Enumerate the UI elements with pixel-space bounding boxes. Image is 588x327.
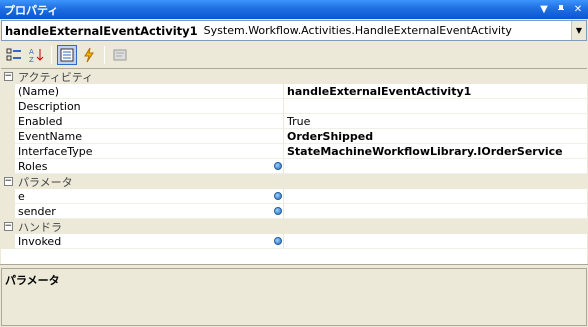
property-name: EventName bbox=[15, 128, 284, 144]
selected-object-name: handleExternalEventActivity1 bbox=[5, 23, 198, 38]
property-row-eventname[interactable]: EventName OrderShipped bbox=[1, 128, 587, 144]
svg-text:A: A bbox=[29, 48, 34, 56]
bind-property-icon[interactable] bbox=[274, 191, 282, 200]
property-value[interactable] bbox=[284, 204, 587, 219]
bind-property-icon[interactable] bbox=[274, 161, 282, 170]
property-row-enabled[interactable]: Enabled True bbox=[1, 113, 587, 129]
property-value[interactable]: True bbox=[284, 114, 587, 129]
property-grid: − アクティビティ (Name) handleExternalEventActi… bbox=[1, 68, 587, 264]
category-label: パラメータ bbox=[18, 175, 73, 189]
property-name: InterfaceType bbox=[15, 143, 284, 159]
category-label: ハンドラ bbox=[18, 220, 62, 234]
panel-title-bar: プロパティ ▼ ✕ bbox=[0, 0, 588, 19]
property-name-text: sender bbox=[18, 204, 56, 218]
pin-icon[interactable] bbox=[553, 1, 569, 17]
property-value[interactable] bbox=[284, 159, 587, 174]
property-value[interactable]: handleExternalEventActivity1 bbox=[284, 84, 587, 99]
category-activity[interactable]: − アクティビティ bbox=[1, 69, 587, 84]
collapse-icon[interactable]: − bbox=[1, 222, 15, 231]
collapse-icon[interactable]: − bbox=[1, 177, 15, 186]
property-name: (Name) bbox=[15, 83, 284, 99]
object-selector[interactable]: handleExternalEventActivity1 System.Work… bbox=[1, 20, 587, 41]
property-row-description[interactable]: Description bbox=[1, 98, 587, 114]
svg-text:Z: Z bbox=[29, 56, 34, 63]
property-toolbar: AZ bbox=[1, 43, 587, 67]
toolbar-separator bbox=[51, 46, 52, 64]
selected-object-type: System.Workflow.Activities.HandleExterna… bbox=[203, 24, 512, 37]
property-value[interactable] bbox=[284, 189, 587, 204]
category-parameters[interactable]: − パラメータ bbox=[1, 174, 587, 189]
property-value[interactable] bbox=[284, 234, 587, 249]
properties-icon[interactable] bbox=[57, 45, 77, 65]
close-icon[interactable]: ✕ bbox=[570, 1, 586, 17]
category-handlers[interactable]: − ハンドラ bbox=[1, 219, 587, 234]
events-icon[interactable] bbox=[79, 45, 99, 65]
bind-property-icon[interactable] bbox=[274, 206, 282, 215]
property-name: Roles bbox=[15, 158, 284, 174]
chevron-down-icon[interactable]: ▼ bbox=[571, 21, 586, 40]
property-name-text: e bbox=[18, 189, 25, 203]
property-value[interactable]: StateMachineWorkflowLibrary.IOrderServic… bbox=[284, 144, 587, 159]
property-row-e[interactable]: e bbox=[1, 188, 587, 204]
property-name-text: Invoked bbox=[18, 234, 62, 248]
property-pages-icon[interactable] bbox=[110, 45, 130, 65]
property-name: e bbox=[15, 188, 284, 204]
property-name: sender bbox=[15, 203, 284, 219]
property-row-sender[interactable]: sender bbox=[1, 203, 587, 219]
property-name: Invoked bbox=[15, 233, 284, 249]
property-row-name[interactable]: (Name) handleExternalEventActivity1 bbox=[1, 83, 587, 99]
collapse-icon[interactable]: − bbox=[1, 72, 15, 81]
property-name-text: Roles bbox=[18, 159, 48, 173]
property-value[interactable] bbox=[284, 99, 587, 114]
description-title: パラメータ bbox=[5, 274, 60, 287]
property-value[interactable]: OrderShipped bbox=[284, 129, 587, 144]
panel-title: プロパティ bbox=[4, 3, 59, 17]
property-row-invoked[interactable]: Invoked bbox=[1, 233, 587, 249]
property-row-interfacetype[interactable]: InterfaceType StateMachineWorkflowLibrar… bbox=[1, 143, 587, 159]
window-position-dropdown-icon[interactable]: ▼ bbox=[536, 1, 552, 17]
toolbar-separator bbox=[104, 46, 105, 64]
property-name: Enabled bbox=[15, 113, 284, 129]
description-pane: パラメータ bbox=[1, 268, 587, 326]
categorized-icon[interactable] bbox=[4, 45, 24, 65]
bind-property-icon[interactable] bbox=[274, 236, 282, 245]
category-label: アクティビティ bbox=[18, 70, 94, 84]
property-name: Description bbox=[15, 98, 284, 114]
property-row-roles[interactable]: Roles bbox=[1, 158, 587, 174]
alphabetical-icon[interactable]: AZ bbox=[26, 45, 46, 65]
